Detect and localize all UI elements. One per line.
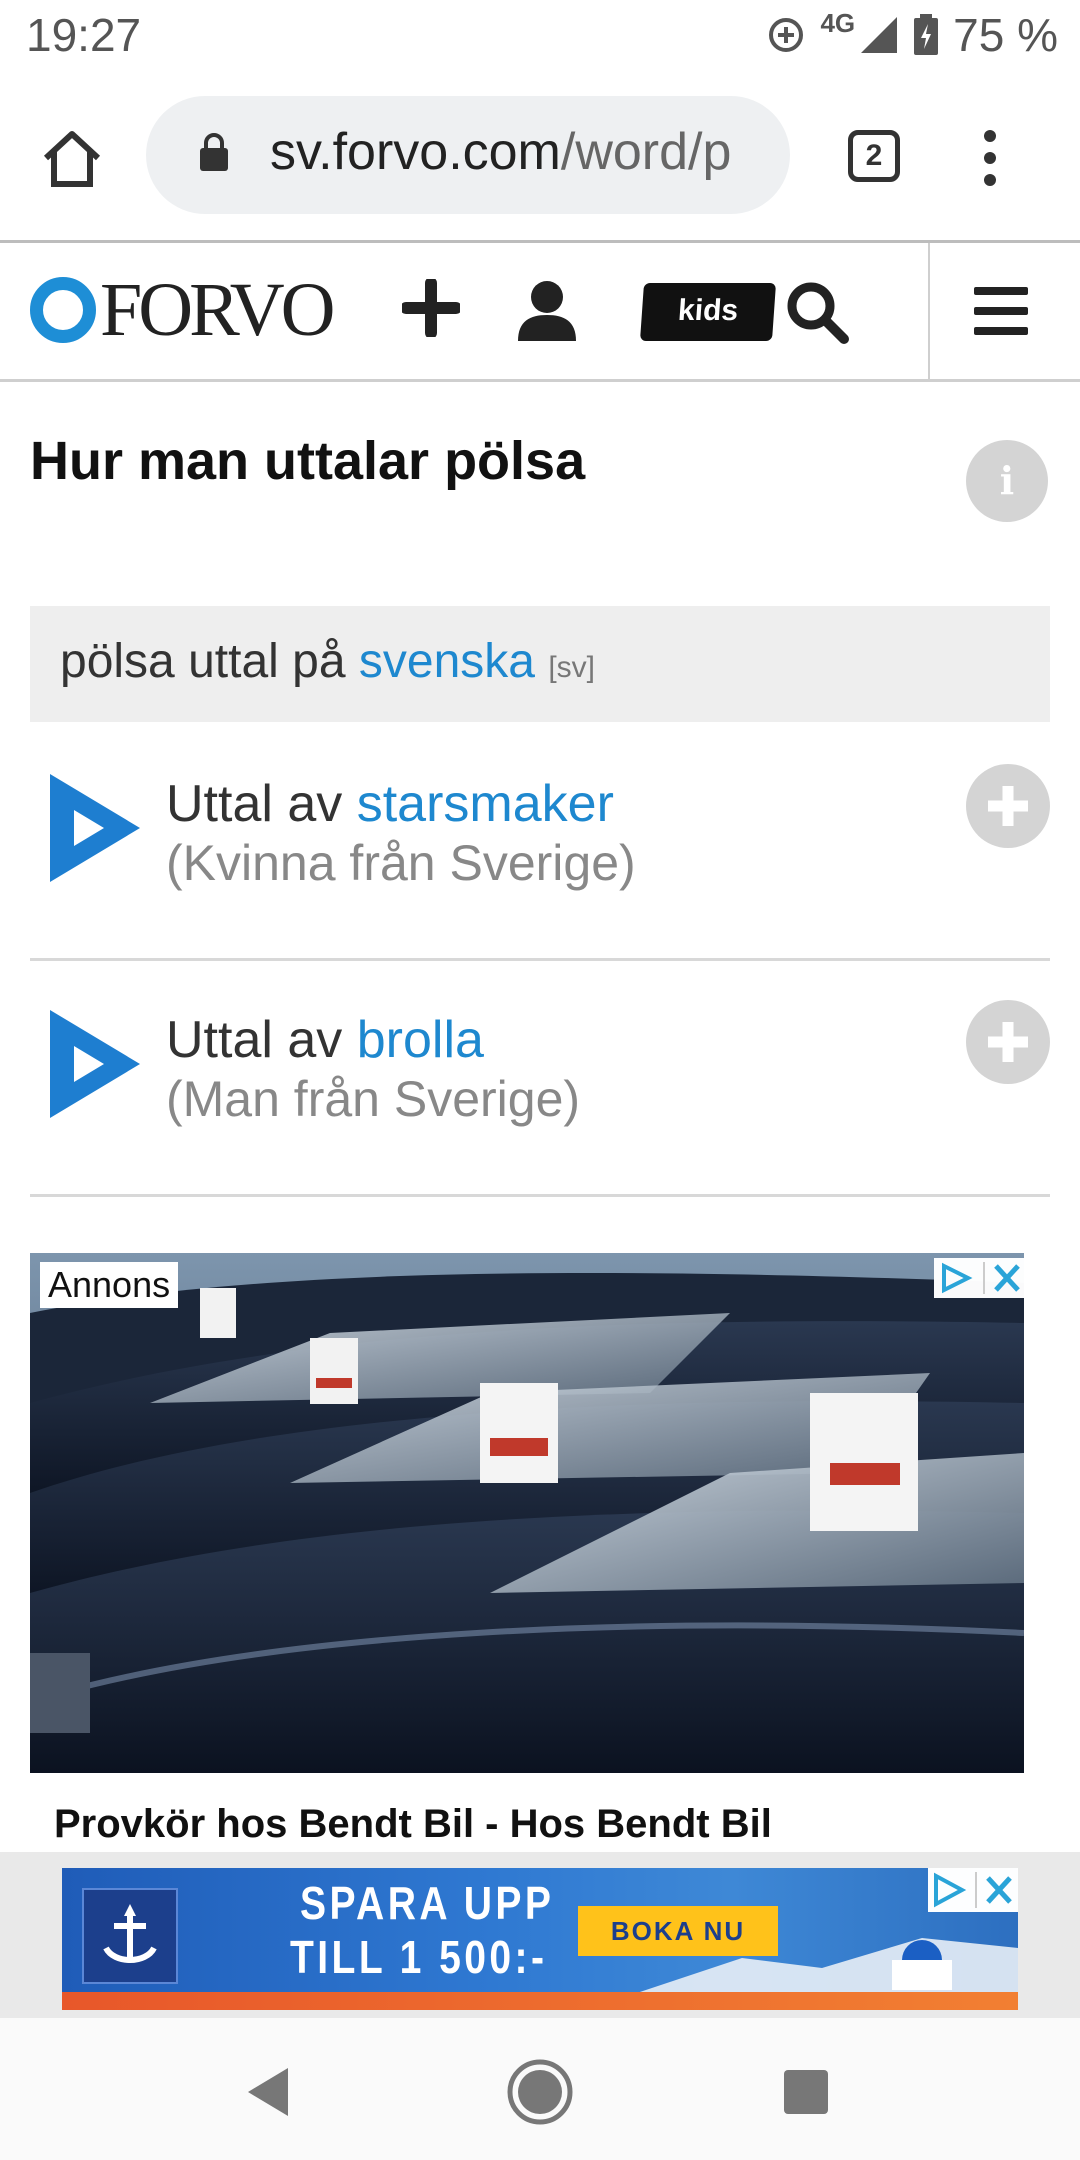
logo-ring-icon <box>30 277 96 343</box>
banner-line-1: SPARA UPP <box>300 1877 555 1929</box>
data-saver-icon <box>769 18 804 52</box>
language-code: [sv] <box>548 651 595 684</box>
language-link[interactable]: svenska <box>359 635 535 688</box>
language-bar-prefix: pölsa uttal på <box>60 635 359 688</box>
hamburger-menu-icon[interactable] <box>974 287 1028 335</box>
status-bar: 19:27 4G 75 % <box>0 0 1080 76</box>
play-icon[interactable] <box>44 1006 144 1122</box>
pronunciation-prefix: Uttal av <box>166 775 357 833</box>
url-host: sv.forvo.com <box>270 123 561 181</box>
add-plus-icon[interactable] <box>966 764 1050 848</box>
logo-text: FORVO <box>100 268 336 352</box>
ad-label: Annons <box>40 1262 179 1308</box>
user-link[interactable]: starsmaker <box>357 775 614 833</box>
system-nav-bar <box>0 2018 1080 2160</box>
speaker-detail: (Kvinna från Sverige) <box>166 835 636 891</box>
ad-image[interactable] <box>30 1253 1024 1773</box>
pronunciation-row: Uttal av brolla (Man från Sverige) <box>30 960 1050 1197</box>
ad-title[interactable]: Provkör hos Bendt Bil - Hos Bendt Bil <box>54 1802 772 1847</box>
lock-icon <box>200 133 228 171</box>
signal-icon <box>861 17 898 53</box>
status-time: 19:27 <box>26 9 142 61</box>
back-icon[interactable] <box>244 2066 292 2118</box>
pronunciation-prefix: Uttal av <box>166 1011 357 1069</box>
browser-menu-icon[interactable] <box>982 130 998 186</box>
play-icon[interactable] <box>44 770 144 886</box>
ad-choices-icon[interactable] <box>934 1258 1026 1298</box>
banner-line-2: TILL 1 500:- <box>290 1931 548 1983</box>
add-word-icon[interactable] <box>402 279 460 337</box>
forvo-logo[interactable]: FORVO <box>30 268 336 352</box>
site-header: FORVO kids <box>0 243 1080 382</box>
user-icon[interactable] <box>516 279 578 343</box>
search-icon[interactable] <box>784 279 850 345</box>
user-link[interactable]: brolla <box>357 1011 484 1069</box>
recents-icon[interactable] <box>782 2068 830 2116</box>
page-title: Hur man uttalar pölsa <box>30 431 586 491</box>
home-nav-icon[interactable] <box>506 2058 574 2126</box>
network-type: 4G <box>820 7 856 38</box>
ad-choices-icon[interactable] <box>928 1868 1018 1912</box>
home-icon[interactable] <box>42 130 102 188</box>
battery-percent: 75 % <box>953 9 1058 61</box>
battery-icon <box>914 14 939 55</box>
browser-toolbar: sv.forvo.com/word/p 2 <box>0 76 1080 243</box>
bottom-banner-ad[interactable]: SPARA UPP TILL 1 500:- BOKA NU <box>62 1868 1018 2010</box>
add-plus-icon[interactable] <box>966 1000 1050 1084</box>
tab-switcher-button[interactable]: 2 <box>848 130 900 182</box>
address-bar[interactable]: sv.forvo.com/word/p <box>146 96 790 214</box>
cars-photo <box>30 1253 1024 1773</box>
header-divider <box>928 243 930 379</box>
kids-button[interactable]: kids <box>639 283 777 341</box>
speaker-detail: (Man från Sverige) <box>166 1071 581 1127</box>
cruise-logo-icon <box>82 1888 178 1984</box>
url-path: /word/p <box>560 123 732 181</box>
pronunciation-row: Uttal av starsmaker (Kvinna från Sverige… <box>30 724 1050 961</box>
url-text: sv.forvo.com/word/p <box>270 122 731 182</box>
language-bar: pölsa uttal på svenska [sv] <box>30 606 1050 722</box>
book-now-button[interactable]: BOKA NU <box>578 1906 778 1956</box>
info-button[interactable]: i <box>966 440 1048 522</box>
